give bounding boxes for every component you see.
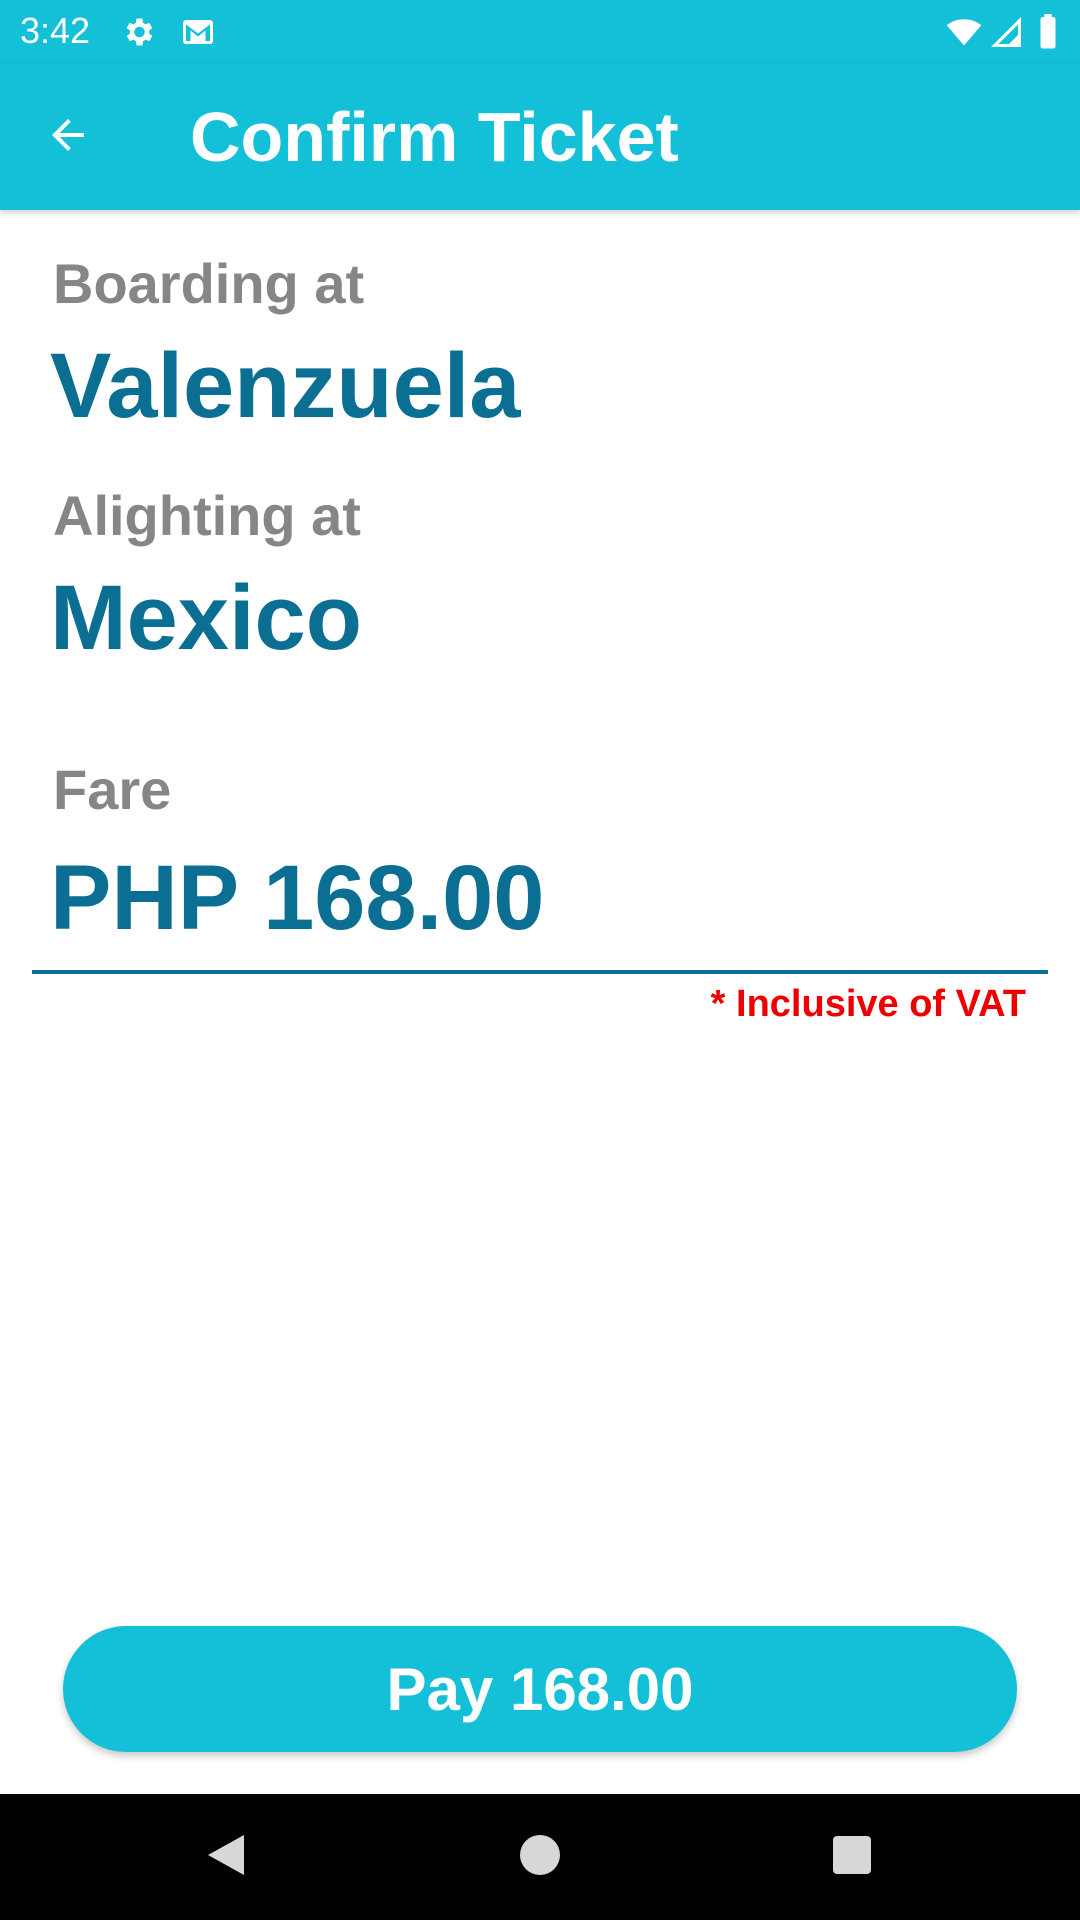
status-bar: 3:42: [0, 0, 1080, 64]
nav-recents-button[interactable]: [822, 1827, 882, 1887]
system-nav-bar: [0, 1794, 1080, 1920]
wifi-icon: [944, 14, 982, 50]
fare-divider: [32, 970, 1048, 974]
fare-label: Fare: [53, 758, 172, 821]
settings-icon: [120, 14, 156, 50]
app-bar: Confirm Ticket: [0, 64, 1080, 210]
gmail-icon: [180, 14, 216, 50]
cell-signal-icon: [988, 14, 1024, 50]
home-circle-icon: [518, 1833, 562, 1882]
back-triangle-icon: [204, 1831, 248, 1884]
fare-amount: PHP 168.00: [50, 847, 545, 949]
boarding-label: Boarding at: [53, 252, 365, 315]
back-button[interactable]: [40, 109, 96, 165]
nav-home-button[interactable]: [510, 1827, 570, 1887]
status-time: 3:42: [20, 10, 91, 51]
arrow-back-icon: [44, 111, 92, 164]
confirm-ticket-screen: 3:42 Confirm Ticket Boarding at Valenzue…: [0, 0, 1080, 1920]
alighting-station: Mexico: [50, 567, 362, 669]
page-title: Confirm Ticket: [190, 98, 679, 176]
nav-back-button[interactable]: [196, 1827, 256, 1887]
pay-button[interactable]: Pay 168.00: [63, 1626, 1017, 1752]
alighting-label: Alighting at: [53, 484, 361, 547]
boarding-station: Valenzuela: [50, 335, 521, 437]
vat-note: * Inclusive of VAT: [710, 983, 1026, 1025]
battery-icon: [1036, 14, 1060, 50]
recents-square-icon: [831, 1834, 873, 1881]
